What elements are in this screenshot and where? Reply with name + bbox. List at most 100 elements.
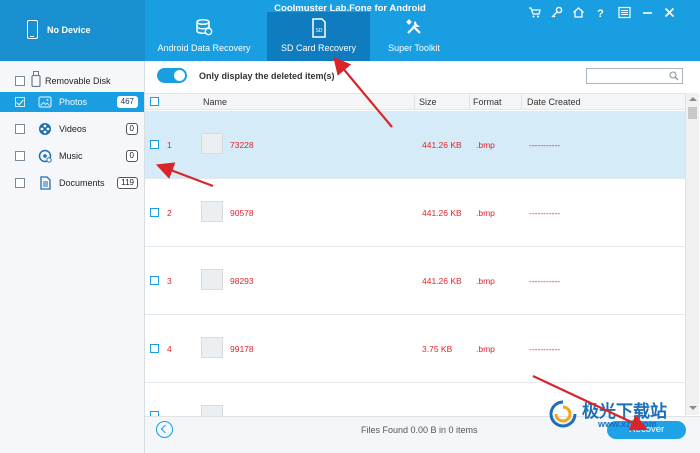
image-thumbnail-icon xyxy=(201,269,223,290)
row-checkbox[interactable] xyxy=(150,276,159,285)
tab-label: Super Toolkit xyxy=(388,43,440,53)
file-format: .bmp xyxy=(476,276,495,286)
watermark-swirl-icon xyxy=(549,400,577,428)
image-thumbnail-icon xyxy=(201,405,223,416)
svg-text:?: ? xyxy=(597,8,604,19)
image-thumbnail-icon xyxy=(201,201,223,222)
sidebar-root-label: Removable Disk xyxy=(45,76,111,86)
document-icon xyxy=(40,176,51,190)
row-index: 3 xyxy=(167,276,172,286)
close-icon[interactable] xyxy=(663,6,676,19)
file-format: .bmp xyxy=(476,140,495,150)
file-size: 441.26 KB xyxy=(422,140,462,150)
tab-sd-card-recovery[interactable]: SD SD Card Recovery xyxy=(267,12,370,61)
sd-card-icon: SD xyxy=(311,18,326,38)
row-checkbox[interactable] xyxy=(150,140,159,149)
device-label: No Device xyxy=(47,25,91,35)
back-button[interactable] xyxy=(156,421,173,438)
column-divider xyxy=(414,94,415,109)
sidebar-item-photos[interactable]: Photos 467 xyxy=(0,92,144,112)
file-date: ----------- xyxy=(529,276,561,286)
file-name: 98293 xyxy=(230,276,254,286)
sidebar-item-label: Documents xyxy=(59,178,105,188)
table-row[interactable]: 4 99178 3.75 KB .bmp ----------- xyxy=(145,315,685,383)
image-thumbnail-icon xyxy=(201,133,223,154)
sidebar-item-count: 0 xyxy=(125,123,138,135)
column-header-format[interactable]: Format xyxy=(473,97,502,107)
watermark-url: www.xz7.com xyxy=(598,419,657,429)
usb-drive-icon xyxy=(31,71,41,87)
database-icon xyxy=(196,18,213,36)
file-name: 90578 xyxy=(230,208,254,218)
sidebar-item-count: 119 xyxy=(117,177,138,189)
svg-text:SD: SD xyxy=(315,28,322,34)
file-name: 73228 xyxy=(230,140,254,150)
file-format: .bmp xyxy=(476,344,495,354)
help-icon[interactable]: ? xyxy=(594,6,607,19)
table-row[interactable]: 1 73228 441.26 KB .bmp ----------- xyxy=(145,111,685,179)
sidebar-item-label: Videos xyxy=(59,124,87,134)
toolbar: Only display the deleted item(s) xyxy=(145,61,700,91)
documents-checkbox[interactable] xyxy=(15,178,25,188)
row-checkbox[interactable] xyxy=(150,208,159,217)
table-header: Name Size Format Date Created xyxy=(145,93,685,110)
row-checkbox[interactable] xyxy=(150,344,159,353)
watermark-logo: 极光下载站 www.xz7.com xyxy=(548,395,698,435)
tab-super-toolkit[interactable]: Super Toolkit xyxy=(370,12,458,61)
toggle-label: Only display the deleted item(s) xyxy=(199,71,335,81)
home-icon[interactable] xyxy=(572,6,585,19)
file-format: .bmp xyxy=(476,208,495,218)
search-icon[interactable] xyxy=(669,71,679,81)
music-checkbox[interactable] xyxy=(15,151,25,161)
sidebar-item-music[interactable]: Music 0 xyxy=(0,146,144,166)
column-divider xyxy=(469,94,470,109)
column-header-date-created[interactable]: Date Created xyxy=(527,97,581,107)
film-icon xyxy=(39,123,51,135)
vertical-scrollbar[interactable] xyxy=(685,93,699,415)
files-found-status: Files Found 0.00 B in 0 items xyxy=(361,425,478,435)
videos-checkbox[interactable] xyxy=(15,124,25,134)
minimize-icon[interactable] xyxy=(641,6,654,19)
column-header-name[interactable]: Name xyxy=(203,97,227,107)
file-date: ----------- xyxy=(529,208,561,218)
scroll-thumb[interactable] xyxy=(688,107,697,119)
search-input[interactable] xyxy=(586,68,683,84)
scroll-up-arrow-icon[interactable] xyxy=(689,97,697,101)
sidebar-item-videos[interactable]: Videos 0 xyxy=(0,119,144,139)
tab-label: SD Card Recovery xyxy=(280,43,357,53)
phone-icon xyxy=(27,20,38,39)
column-divider xyxy=(521,94,522,109)
sidebar-item-count: 0 xyxy=(125,150,138,162)
file-date: ----------- xyxy=(529,140,561,150)
sidebar-item-documents[interactable]: Documents 119 xyxy=(0,173,144,193)
cart-icon[interactable] xyxy=(528,6,541,19)
table-row[interactable]: 3 98293 441.26 KB .bmp ----------- xyxy=(145,247,685,315)
tools-icon xyxy=(406,19,421,34)
photos-checkbox[interactable] xyxy=(15,97,25,107)
file-name: 99178 xyxy=(230,344,254,354)
sidebar-root-removable-disk[interactable]: Removable Disk xyxy=(0,71,144,89)
image-thumbnail-icon xyxy=(201,337,223,358)
deleted-only-toggle[interactable] xyxy=(157,68,187,83)
photo-icon xyxy=(38,96,52,108)
row-index: 1 xyxy=(167,140,172,150)
file-size: 441.26 KB xyxy=(422,208,462,218)
sidebar-item-count: 467 xyxy=(116,96,138,108)
table-row[interactable]: 2 90578 441.26 KB .bmp ----------- xyxy=(145,179,685,247)
row-index: 4 xyxy=(167,344,172,354)
select-all-checkbox[interactable] xyxy=(150,97,159,106)
music-icon xyxy=(38,149,52,163)
key-icon[interactable] xyxy=(550,6,563,19)
column-header-size[interactable]: Size xyxy=(419,97,437,107)
row-index: 2 xyxy=(167,208,172,218)
file-size: 3.75 KB xyxy=(422,344,453,354)
removable-disk-checkbox[interactable] xyxy=(15,76,25,86)
file-size: 441.26 KB xyxy=(422,276,462,286)
tab-label: Android Data Recovery xyxy=(157,43,251,53)
sidebar-item-label: Photos xyxy=(59,97,88,107)
tab-android-data-recovery[interactable]: Android Data Recovery xyxy=(145,12,263,61)
sidebar-item-label: Music xyxy=(59,151,83,161)
sidebar: Removable Disk Photos 467 Videos 0 Music… xyxy=(0,61,145,453)
menu-icon[interactable] xyxy=(618,6,631,19)
file-list: 1 73228 441.26 KB .bmp ----------- 2 905… xyxy=(145,111,685,416)
